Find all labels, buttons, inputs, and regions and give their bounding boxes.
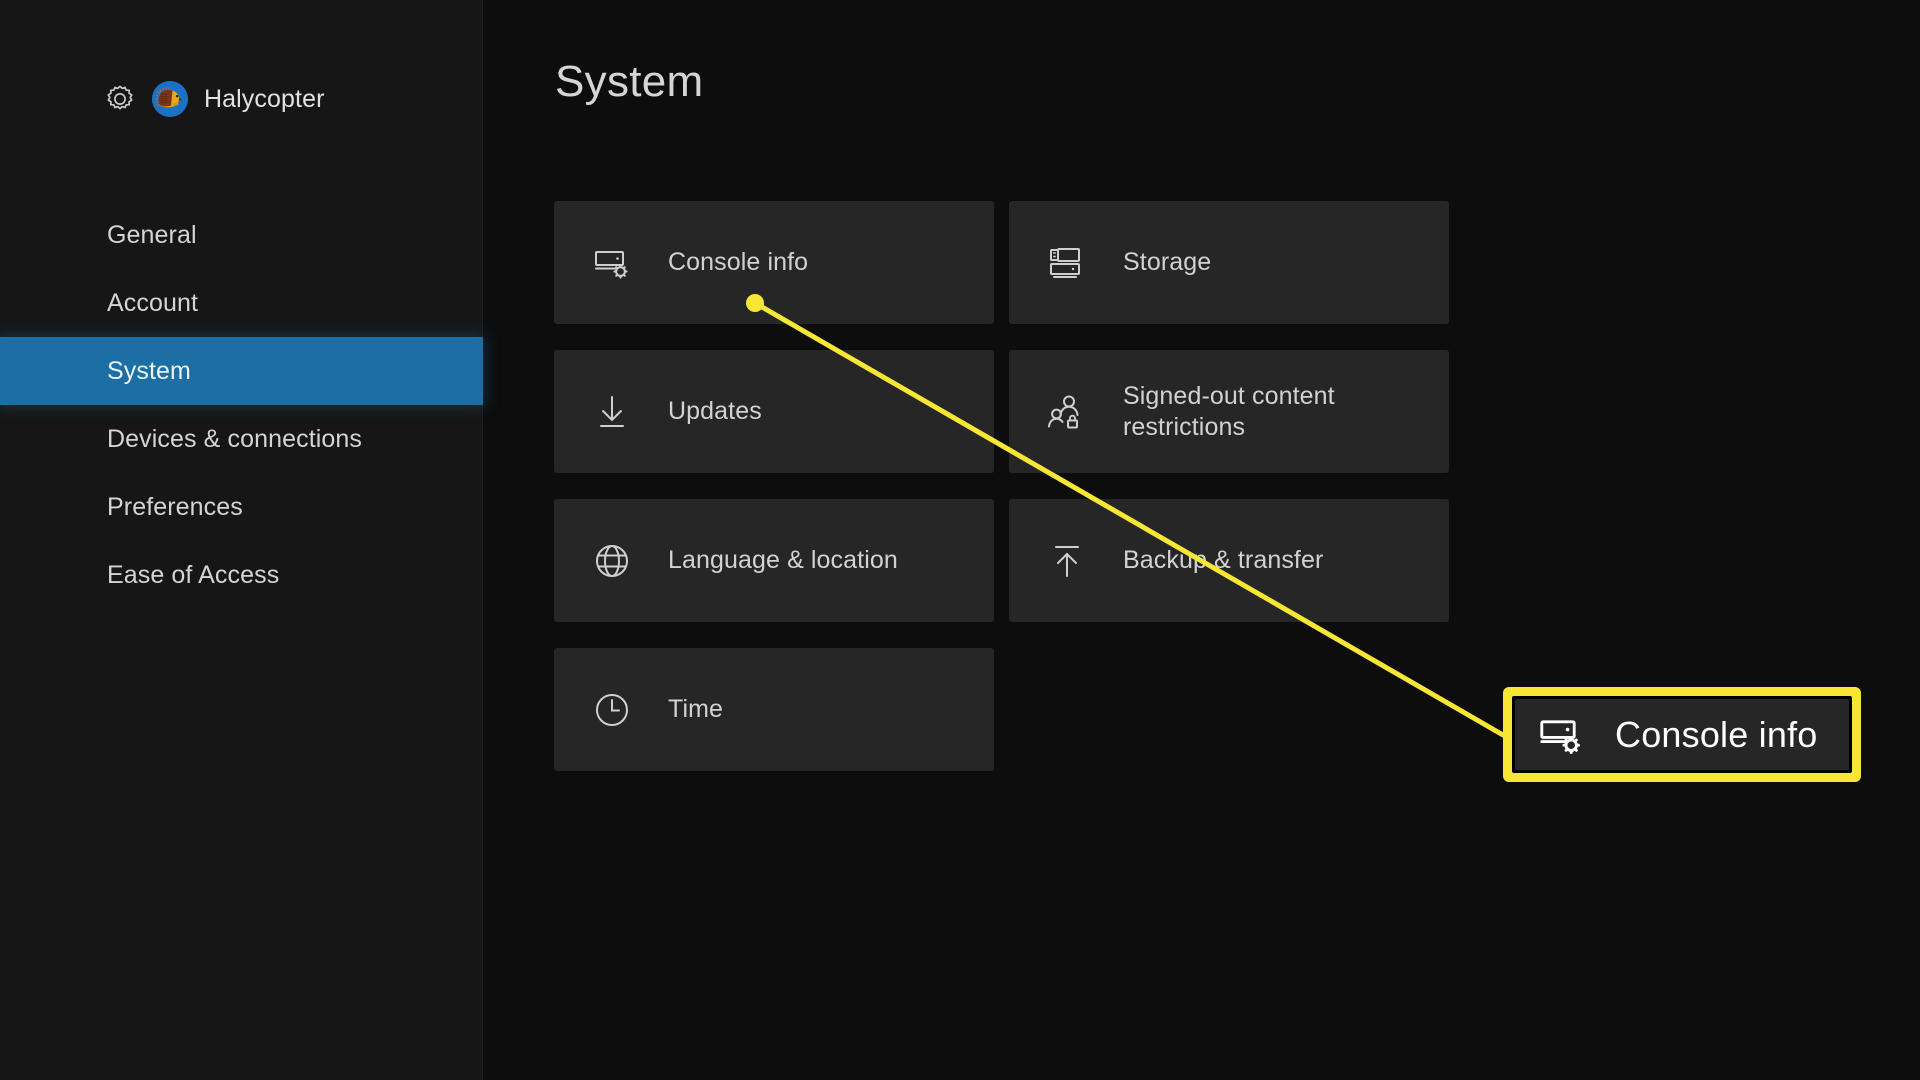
sidebar-item-label: Devices & connections <box>107 424 363 453</box>
tile-backup-transfer[interactable]: Backup & transfer <box>1009 499 1449 622</box>
sidebar-item-general[interactable]: General <box>0 201 483 269</box>
sidebar-item-system[interactable]: System <box>0 337 483 405</box>
sidebar-item-label: Preferences <box>107 492 243 521</box>
tile-label: Language & location <box>668 546 898 574</box>
sidebar-nav: General Account System Devices & connect… <box>0 201 483 609</box>
tile-label: Console info <box>668 248 809 276</box>
tile-column-left: Console info Updates Language & location… <box>554 201 994 797</box>
upload-arrow-icon <box>1045 539 1089 583</box>
sidebar-item-label: Ease of Access <box>107 560 280 589</box>
sidebar-item-devices-connections[interactable]: Devices & connections <box>0 405 483 473</box>
tile-signed-out-content-restrictions[interactable]: Signed-out content restrictions <box>1009 350 1449 473</box>
avatar[interactable] <box>152 81 188 117</box>
globe-icon <box>590 539 634 583</box>
tile-console-info[interactable]: Console info <box>554 201 994 324</box>
sidebar-item-label: Account <box>107 288 199 317</box>
tile-label: Signed-out content restrictions <box>1123 381 1335 441</box>
gear-icon[interactable] <box>104 83 136 115</box>
sidebar-item-label: General <box>107 220 197 249</box>
callout-highlight-box: Console info <box>1503 687 1861 782</box>
callout-inner: Console info <box>1512 696 1852 773</box>
sidebar: Halycopter General Account System Device… <box>0 0 483 1080</box>
page-title: System <box>555 57 704 106</box>
sidebar-item-account[interactable]: Account <box>0 269 483 337</box>
tile-storage[interactable]: Storage <box>1009 201 1449 324</box>
console-info-icon <box>1537 711 1585 759</box>
tile-label: Updates <box>668 397 762 425</box>
tile-label: Time <box>668 695 724 723</box>
clock-icon <box>590 688 634 732</box>
main-content: System Console info Updates Language & l… <box>483 0 1920 1080</box>
console-info-icon <box>590 241 634 285</box>
tile-label: Storage <box>1123 248 1212 276</box>
tile-language-location[interactable]: Language & location <box>554 499 994 622</box>
people-lock-icon <box>1045 390 1089 434</box>
sidebar-item-preferences[interactable]: Preferences <box>0 473 483 541</box>
tile-updates[interactable]: Updates <box>554 350 994 473</box>
sidebar-item-ease-of-access[interactable]: Ease of Access <box>0 541 483 609</box>
profile-name: Halycopter <box>204 84 325 113</box>
storage-drives-icon <box>1045 241 1089 285</box>
download-arrow-icon <box>590 390 634 434</box>
tile-time[interactable]: Time <box>554 648 994 771</box>
xbox-settings-screen: Halycopter General Account System Device… <box>0 0 1920 1080</box>
sidebar-item-label: System <box>107 356 191 385</box>
profile-row[interactable]: Halycopter <box>104 77 325 121</box>
callout-label: Console info <box>1615 713 1818 755</box>
tile-column-right: Storage Signed-out content restrictions … <box>1009 201 1449 648</box>
tile-label: Backup & transfer <box>1123 546 1324 574</box>
